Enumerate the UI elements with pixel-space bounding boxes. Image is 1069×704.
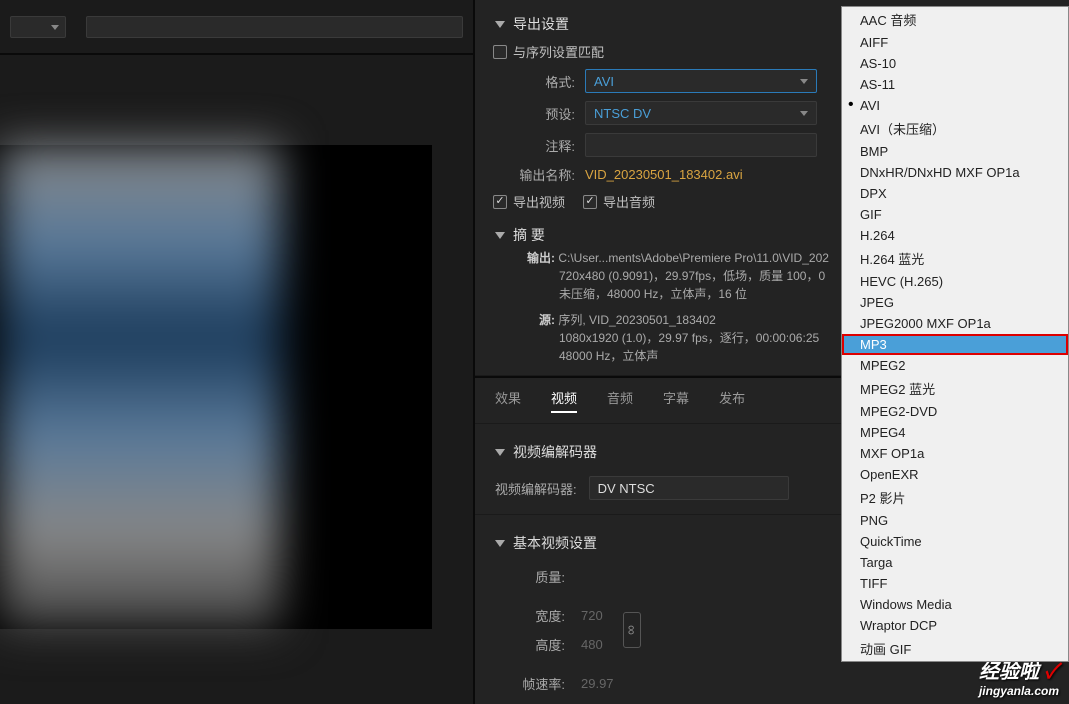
format-menu-item[interactable]: AVI（未压缩） bbox=[842, 116, 1068, 141]
format-menu-item[interactable]: HEVC (H.265) bbox=[842, 271, 1068, 292]
codec-select[interactable]: DV NTSC bbox=[589, 476, 789, 500]
format-value: AVI bbox=[594, 74, 614, 89]
format-menu-item[interactable]: AVI bbox=[842, 95, 1068, 116]
codec-value: DV NTSC bbox=[598, 481, 655, 496]
format-select[interactable]: AVI bbox=[585, 69, 817, 93]
format-menu-item[interactable]: GIF bbox=[842, 204, 1068, 225]
tab-publish[interactable]: 发布 bbox=[719, 388, 745, 413]
format-menu-item[interactable]: JPEG bbox=[842, 292, 1068, 313]
format-menu-item[interactable]: Wraptor DCP bbox=[842, 615, 1068, 636]
search-input[interactable] bbox=[86, 16, 463, 38]
summary-source-line2: 1080x1920 (1.0)，29.97 fps，逐行，00:00:06:25 bbox=[559, 329, 819, 347]
comment-label: 注释: bbox=[505, 136, 575, 155]
export-audio-label: 导出音频 bbox=[603, 192, 655, 211]
zoom-dropdown[interactable] bbox=[10, 16, 66, 38]
quality-label: 质量: bbox=[495, 567, 565, 586]
tab-captions[interactable]: 字幕 bbox=[663, 388, 689, 413]
summary-output-line2: 720x480 (0.9091)，29.97fps，低场，质量 100，0 bbox=[559, 267, 825, 285]
format-menu-item[interactable]: QuickTime bbox=[842, 531, 1068, 552]
chevron-down-icon bbox=[495, 232, 505, 239]
left-toolbar bbox=[0, 0, 473, 55]
width-value[interactable]: 720 bbox=[581, 608, 603, 623]
tab-effects[interactable]: 效果 bbox=[495, 388, 521, 413]
tab-video[interactable]: 视频 bbox=[551, 388, 577, 413]
format-menu-item[interactable]: MPEG2-DVD bbox=[842, 401, 1068, 422]
format-menu-item[interactable]: MPEG2 bbox=[842, 355, 1068, 376]
summary-source-line3: 48000 Hz，立体声 bbox=[559, 347, 658, 365]
match-sequence-checkbox[interactable] bbox=[493, 45, 507, 59]
height-label: 高度: bbox=[495, 635, 565, 654]
codec-title: 视频编解码器 bbox=[513, 442, 597, 462]
output-name-link[interactable]: VID_20230501_183402.avi bbox=[585, 167, 743, 182]
match-sequence-label: 与序列设置匹配 bbox=[513, 42, 604, 61]
format-menu-item[interactable]: BMP bbox=[842, 141, 1068, 162]
format-menu-item[interactable]: JPEG2000 MXF OP1a bbox=[842, 313, 1068, 334]
format-label: 格式: bbox=[505, 72, 575, 91]
format-menu-item[interactable]: MP3 bbox=[842, 334, 1068, 355]
fps-label: 帧速率: bbox=[495, 674, 565, 693]
format-menu-item[interactable]: H.264 bbox=[842, 225, 1068, 246]
right-panel: 导出设置 与序列设置匹配 格式: AVI 预设: NTSC DV 注释: bbox=[475, 0, 1069, 704]
format-menu-item[interactable]: P2 影片 bbox=[842, 485, 1068, 510]
summary-source-line1: 序列, VID_20230501_183402 bbox=[558, 313, 715, 327]
summary-output-line1: C:\User...ments\Adobe\Premiere Pro\11.0\… bbox=[558, 251, 829, 265]
export-audio-checkbox[interactable] bbox=[583, 195, 597, 209]
format-menu-item[interactable]: TIFF bbox=[842, 573, 1068, 594]
format-menu-item[interactable]: DPX bbox=[842, 183, 1068, 204]
basic-video-title: 基本视频设置 bbox=[513, 533, 597, 553]
summary-output-line3: 未压缩，48000 Hz，立体声，16 位 bbox=[559, 285, 747, 303]
format-menu-item[interactable]: AIFF bbox=[842, 32, 1068, 53]
left-panel bbox=[0, 0, 475, 704]
export-video-label: 导出视频 bbox=[513, 192, 565, 211]
export-settings-title: 导出设置 bbox=[513, 14, 569, 34]
preset-value: NTSC DV bbox=[594, 106, 651, 121]
preview-image bbox=[0, 145, 280, 629]
format-menu-item[interactable]: AS-11 bbox=[842, 74, 1068, 95]
codec-label: 视频编解码器: bbox=[495, 479, 577, 498]
link-dimensions-icon[interactable] bbox=[623, 612, 641, 648]
format-menu-item[interactable]: Targa bbox=[842, 552, 1068, 573]
fps-value[interactable]: 29.97 bbox=[581, 676, 614, 691]
format-menu-item[interactable]: DNxHR/DNxHD MXF OP1a bbox=[842, 162, 1068, 183]
format-menu-item[interactable]: PNG bbox=[842, 510, 1068, 531]
summary-title: 摘 要 bbox=[513, 225, 545, 245]
output-name-label: 输出名称: bbox=[505, 165, 575, 184]
summary-output-label: 输出: bbox=[505, 249, 555, 267]
width-label: 宽度: bbox=[495, 606, 565, 625]
export-video-checkbox[interactable] bbox=[493, 195, 507, 209]
chevron-down-icon bbox=[495, 21, 505, 28]
format-menu-item[interactable]: H.264 蓝光 bbox=[842, 246, 1068, 271]
format-menu-item[interactable]: MXF OP1a bbox=[842, 443, 1068, 464]
format-menu-item[interactable]: MPEG2 蓝光 bbox=[842, 376, 1068, 401]
format-menu-item[interactable]: AAC 音频 bbox=[842, 7, 1068, 32]
format-dropdown-menu: AAC 音频AIFFAS-10AS-11AVIAVI（未压缩）BMPDNxHR/… bbox=[841, 6, 1069, 662]
comment-input[interactable] bbox=[585, 133, 817, 157]
chevron-down-icon bbox=[495, 540, 505, 547]
preview-area bbox=[0, 145, 432, 629]
chevron-down-icon bbox=[495, 449, 505, 456]
format-menu-item[interactable]: OpenEXR bbox=[842, 464, 1068, 485]
height-value[interactable]: 480 bbox=[581, 637, 603, 652]
preset-select[interactable]: NTSC DV bbox=[585, 101, 817, 125]
format-menu-item[interactable]: Windows Media bbox=[842, 594, 1068, 615]
tab-audio[interactable]: 音频 bbox=[607, 388, 633, 413]
format-menu-item[interactable]: 动画 GIF bbox=[842, 636, 1068, 661]
summary-source-label: 源: bbox=[505, 311, 555, 329]
preset-label: 预设: bbox=[505, 104, 575, 123]
format-menu-item[interactable]: MPEG4 bbox=[842, 422, 1068, 443]
format-menu-item[interactable]: AS-10 bbox=[842, 53, 1068, 74]
